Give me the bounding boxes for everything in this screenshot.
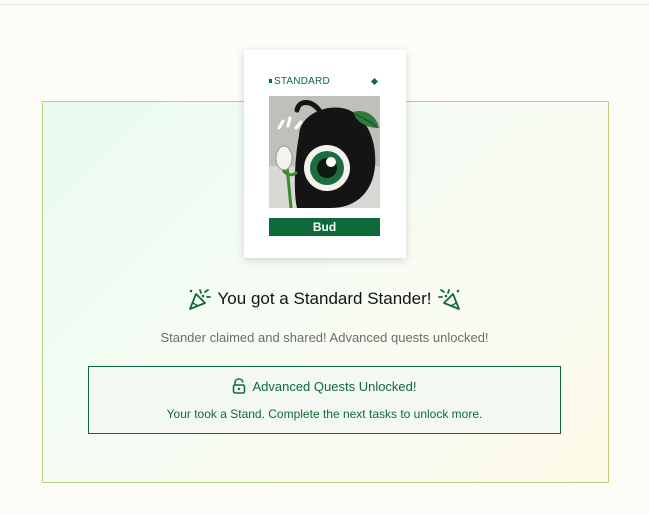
headline-text: You got a Standard Stander! — [217, 289, 432, 308]
stander-card[interactable]: STANDARD Bud — [244, 50, 406, 258]
party-popper-icon — [438, 289, 461, 310]
tier-marker-icon — [269, 79, 272, 83]
card-tier-label: STANDARD — [274, 75, 330, 87]
unlock-title: Advanced Quests Unlocked! — [252, 378, 417, 394]
bud-character-image — [269, 96, 380, 208]
tier-diamond-icon — [370, 77, 379, 85]
unlock-icon — [233, 378, 246, 394]
unlock-title-row: Advanced Quests Unlocked! — [89, 377, 560, 395]
reward-headline: You got a Standard Stander! — [0, 286, 649, 312]
party-popper-icon — [188, 289, 211, 310]
card-tier-row: STANDARD — [269, 74, 380, 88]
card-name-label: Bud — [269, 218, 380, 236]
card-character-art — [269, 96, 380, 208]
top-divider — [0, 4, 649, 5]
reward-subtitle: Stander claimed and shared! Advanced que… — [160, 330, 489, 345]
card-tier-group: STANDARD — [269, 76, 330, 87]
unlock-description: Your took a Stand. Complete the next tas… — [166, 407, 483, 421]
unlock-notice: Advanced Quests Unlocked! Your took a St… — [88, 366, 561, 434]
